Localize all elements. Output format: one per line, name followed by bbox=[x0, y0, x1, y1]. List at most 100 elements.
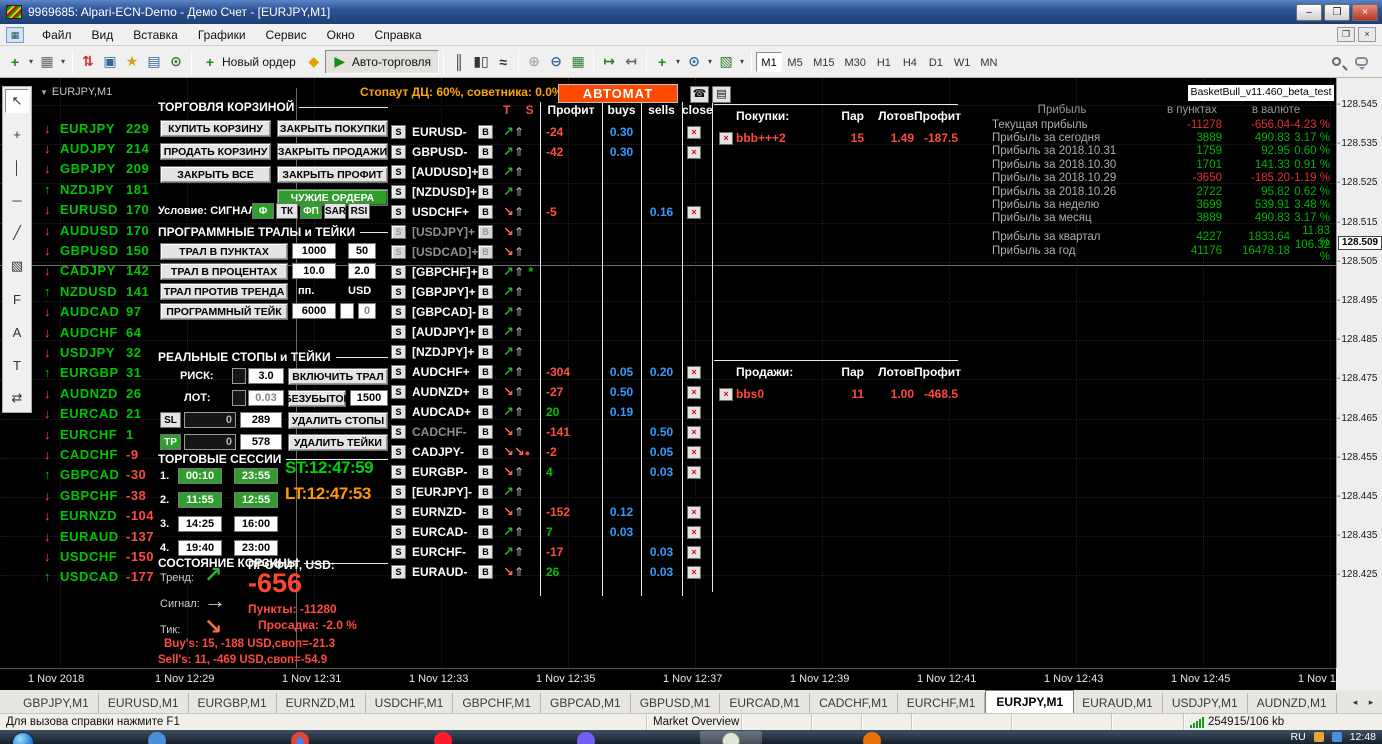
menu-окно[interactable]: Окно bbox=[317, 26, 365, 44]
strategy-tester-icon[interactable]: ⊙ bbox=[165, 51, 187, 73]
sell-pair-button[interactable]: S bbox=[391, 465, 406, 479]
chart-symbol-label[interactable]: ▼EURJPY,M1 bbox=[40, 86, 112, 98]
timeframe-H4[interactable]: H4 bbox=[897, 52, 923, 72]
cursor-icon[interactable]: ↖ bbox=[5, 89, 29, 113]
restore-button[interactable]: ❒ bbox=[1324, 4, 1350, 21]
sell-pair-button[interactable]: S bbox=[391, 425, 406, 439]
taskbar-clock[interactable]: 12:48 bbox=[1350, 731, 1376, 743]
sell-pair-button[interactable]: S bbox=[391, 265, 406, 279]
close-pair-button[interactable]: × bbox=[687, 426, 701, 439]
taskbar-opera-icon[interactable] bbox=[434, 732, 452, 744]
buy-pair-button[interactable]: B bbox=[478, 325, 493, 339]
menu-сервис[interactable]: Сервис bbox=[256, 26, 317, 44]
time-axis[interactable]: 1 Nov 20181 Nov 12:291 Nov 12:311 Nov 12… bbox=[0, 668, 1336, 690]
tp-value-field[interactable]: 0 bbox=[184, 434, 236, 450]
tab-gbpusdm1[interactable]: GBPUSD,M1 bbox=[631, 693, 721, 713]
tray-icon[interactable] bbox=[1314, 732, 1324, 742]
tabs-scroll-right-icon[interactable]: ▸ bbox=[1364, 696, 1378, 710]
sell-pair-button[interactable]: S bbox=[391, 305, 406, 319]
buy-pair-button[interactable]: B bbox=[478, 205, 493, 219]
sell-pair-button[interactable]: S bbox=[391, 225, 406, 239]
enable-tral-button[interactable]: ВКЛЮЧИТЬ ТРАЛ bbox=[288, 368, 388, 385]
tral-button[interactable]: ТРАЛ ПРОТИВ ТРЕНДА bbox=[160, 283, 288, 300]
sell-pair-button[interactable]: S bbox=[391, 145, 406, 159]
sell-pair-button[interactable]: S bbox=[391, 405, 406, 419]
close-basket-button[interactable]: × bbox=[719, 132, 733, 145]
lot-aux-field[interactable] bbox=[232, 390, 246, 406]
tral-field[interactable]: 50 bbox=[348, 243, 376, 259]
sl-points-field[interactable]: 289 bbox=[240, 412, 282, 428]
session-from-field[interactable]: 00:10 bbox=[178, 468, 222, 484]
basket-button[interactable]: ЗАКРЫТЬ ВСЕ bbox=[160, 166, 271, 183]
auto-trading-button[interactable]: ▶ Авто-торговля bbox=[325, 50, 439, 74]
tral-field[interactable]: 6000 bbox=[292, 303, 336, 319]
tab-usdjpym1[interactable]: USDJPY,M1 bbox=[1163, 693, 1248, 713]
tab-cadchfm1[interactable]: CADCHF,M1 bbox=[810, 693, 898, 713]
language-indicator[interactable]: RU bbox=[1291, 731, 1306, 743]
tral-field[interactable]: 0 bbox=[358, 303, 376, 319]
buy-pair-button[interactable]: B bbox=[478, 365, 493, 379]
session-to-field[interactable]: 16:00 bbox=[234, 516, 278, 532]
crosshair-icon[interactable]: + bbox=[5, 122, 29, 146]
tab-euraudm1[interactable]: EURAUD,M1 bbox=[1073, 693, 1163, 713]
chart-candles-icon[interactable]: ▮▯ bbox=[470, 51, 492, 73]
close-pair-button[interactable]: × bbox=[687, 566, 701, 579]
tab-eurnzdm1[interactable]: EURNZD,M1 bbox=[277, 693, 366, 713]
session-from-field[interactable]: 19:40 bbox=[178, 540, 222, 556]
sell-pair-button[interactable]: S bbox=[391, 565, 406, 579]
tral-button[interactable]: ПРОГРАММНЫЙ ТЕЙК bbox=[160, 303, 288, 320]
dropdown-icon[interactable]: ▾ bbox=[737, 51, 747, 73]
tral-field[interactable]: 10.0 bbox=[292, 263, 336, 279]
equidistant-channel-icon[interactable]: ▧ bbox=[5, 254, 29, 278]
chart-line-icon[interactable]: ≈ bbox=[492, 51, 514, 73]
close-pair-button[interactable]: × bbox=[687, 466, 701, 479]
chart-shift-icon[interactable]: ↤ bbox=[620, 51, 642, 73]
buy-pair-button[interactable]: B bbox=[478, 425, 493, 439]
basket-button[interactable]: ПРОДАТЬ КОРЗИНУ bbox=[160, 143, 271, 160]
taskbar-explorer-icon[interactable] bbox=[148, 732, 166, 744]
child-close-button[interactable]: × bbox=[1358, 27, 1376, 42]
chat-icon[interactable] bbox=[1355, 57, 1368, 66]
market-watch-icon[interactable]: ⇅ bbox=[77, 51, 99, 73]
buy-pair-button[interactable]: B bbox=[478, 145, 493, 159]
tral-field[interactable]: 1000 bbox=[292, 243, 336, 259]
menu-вид[interactable]: Вид bbox=[82, 26, 124, 44]
tabs-scroll-left-icon[interactable]: ◂ bbox=[1348, 696, 1362, 710]
phone-dealer-button[interactable]: ☎ bbox=[690, 86, 709, 103]
buy-pair-button[interactable]: B bbox=[478, 465, 493, 479]
dropdown-icon[interactable]: ▾ bbox=[673, 51, 683, 73]
condition-toggle-Ф[interactable]: Ф bbox=[252, 203, 274, 219]
taskbar-mt4-icon[interactable] bbox=[722, 732, 740, 744]
close-pair-button[interactable]: × bbox=[687, 506, 701, 519]
indicators-icon[interactable]: + bbox=[651, 51, 673, 73]
text-label-icon[interactable]: T bbox=[5, 353, 29, 377]
buy-pair-button[interactable]: B bbox=[478, 165, 493, 179]
close-pair-button[interactable]: × bbox=[687, 446, 701, 459]
price-scale[interactable]: -128.545-128.535-128.525-128.515-128.505… bbox=[1336, 78, 1382, 668]
session-from-field[interactable]: 11:55 bbox=[178, 492, 222, 508]
buy-pair-button[interactable]: B bbox=[478, 485, 493, 499]
session-from-field[interactable]: 14:25 bbox=[178, 516, 222, 532]
buy-pair-button[interactable]: B bbox=[478, 125, 493, 139]
close-basket-button[interactable]: × bbox=[719, 388, 733, 401]
sell-pair-button[interactable]: S bbox=[391, 485, 406, 499]
sell-pair-button[interactable]: S bbox=[391, 445, 406, 459]
menu-справка[interactable]: Справка bbox=[365, 26, 432, 44]
close-pair-button[interactable]: × bbox=[687, 146, 701, 159]
close-pair-button[interactable]: × bbox=[687, 406, 701, 419]
basket-button[interactable]: ЗАКРЫТЬ ПОКУПКИ bbox=[277, 120, 388, 137]
tab-gbpjpym1[interactable]: GBPJPY,M1 bbox=[14, 693, 99, 713]
dropdown-icon[interactable]: ▾ bbox=[705, 51, 715, 73]
breakeven-button[interactable]: БЕЗУБЫТОК bbox=[288, 390, 346, 407]
breakeven-field[interactable]: 1500 bbox=[350, 390, 388, 406]
timeframe-H1[interactable]: H1 bbox=[871, 52, 897, 72]
sell-pair-button[interactable]: S bbox=[391, 385, 406, 399]
buy-pair-button[interactable]: B bbox=[478, 225, 493, 239]
tab-eurusdm1[interactable]: EURUSD,M1 bbox=[99, 693, 189, 713]
basket-button[interactable]: ЗАКРЫТЬ ПРОДАЖИ bbox=[277, 143, 388, 160]
condition-toggle-ФП[interactable]: ФП bbox=[300, 203, 322, 219]
start-button[interactable] bbox=[12, 732, 34, 744]
session-to-field[interactable]: 23:00 bbox=[234, 540, 278, 556]
sell-pair-button[interactable]: S bbox=[391, 365, 406, 379]
buy-pair-button[interactable]: B bbox=[478, 305, 493, 319]
